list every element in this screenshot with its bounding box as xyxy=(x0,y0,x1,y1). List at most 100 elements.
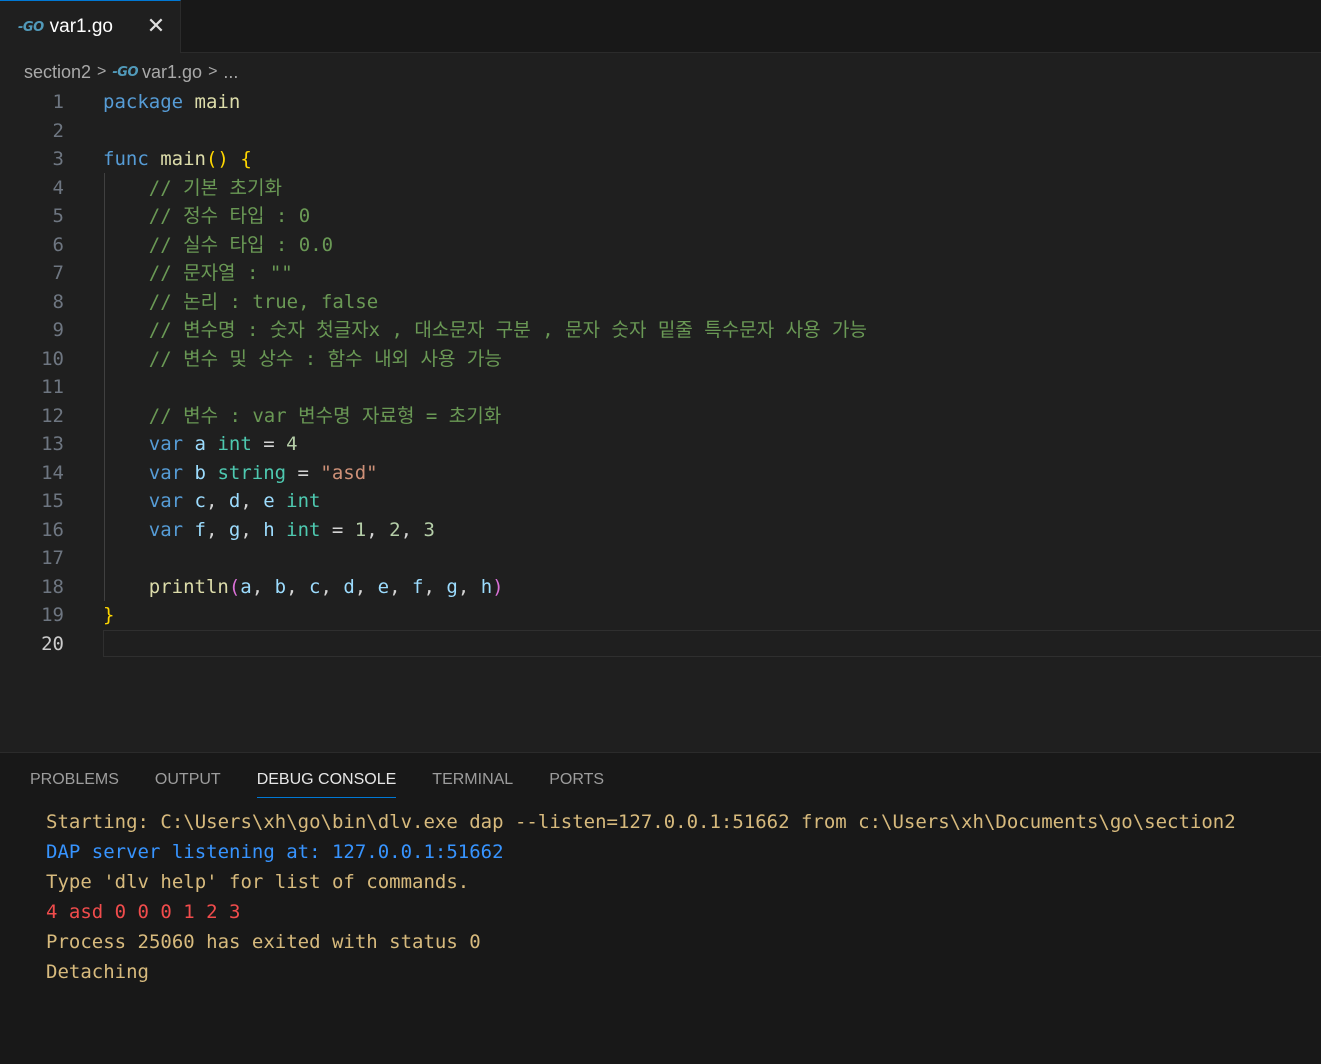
code-text: var f, g, h int = 1, 2, 3 xyxy=(103,516,435,545)
console-line: DAP server listening at: 127.0.0.1:51662 xyxy=(46,841,504,863)
line-number: 19 xyxy=(41,604,64,626)
code-line[interactable]: 17 xyxy=(0,544,1321,573)
code-line[interactable]: 15 var c, d, e int xyxy=(0,487,1321,516)
breadcrumb-symbol[interactable]: ... xyxy=(223,62,238,83)
code-token: // 변수명 : 숫자 첫글자x , 대소문자 구분 , 문자 숫자 밑줄 특수… xyxy=(148,319,867,341)
close-icon[interactable]: ✕ xyxy=(144,14,168,38)
code-line[interactable]: 18 println(a, b, c, d, e, f, g, h) xyxy=(0,573,1321,602)
code-token: f xyxy=(412,575,424,598)
code-token: // 실수 타입 : 0.0 xyxy=(148,233,334,256)
code-line[interactable]: 9 // 변수명 : 숫자 첫글자x , 대소문자 구분 , 문자 숫자 밑줄 … xyxy=(0,316,1321,345)
code-text: println(a, b, c, d, e, f, g, h) xyxy=(103,573,504,602)
code-token: , xyxy=(366,518,390,541)
code-token: , xyxy=(423,575,447,598)
code-line[interactable]: 12 // 변수 : var 변수명 자료형 = 초기화 xyxy=(0,402,1321,431)
code-text: // 정수 타입 : 0 xyxy=(103,202,310,231)
line-number: 3 xyxy=(52,148,64,170)
code-token: f xyxy=(194,518,206,541)
code-text: var b string = "asd" xyxy=(103,459,378,488)
code-token: // 기본 초기화 xyxy=(148,176,282,199)
code-line[interactable]: 19} xyxy=(0,601,1321,630)
code-token: func xyxy=(103,148,149,170)
tab-label: var1.go xyxy=(49,16,113,37)
line-number: 11 xyxy=(41,376,64,398)
code-text: // 기본 초기화 xyxy=(103,174,282,203)
code-line[interactable]: 1 package main xyxy=(0,88,1321,117)
code-token: d xyxy=(343,575,355,598)
code-token: // 변수 및 상수 : 함수 내외 사용 가능 xyxy=(148,347,502,370)
current-line-highlight xyxy=(103,629,1321,657)
code-text: // 변수명 : 숫자 첫글자x , 대소문자 구분 , 문자 숫자 밑줄 특수… xyxy=(103,316,867,345)
line-number: 10 xyxy=(41,347,64,370)
breadcrumb-file[interactable]: var1.go xyxy=(142,62,202,83)
code-line[interactable]: 6 // 실수 타입 : 0.0 xyxy=(0,231,1321,260)
code-text: // 변수 및 상수 : 함수 내외 사용 가능 xyxy=(103,345,502,374)
code-line[interactable]: 5 // 정수 타입 : 0 xyxy=(0,202,1321,231)
tab-problems[interactable]: PROBLEMS xyxy=(30,771,119,798)
code-line[interactable]: 16 var f, g, h int = 1, 2, 3 xyxy=(0,516,1321,545)
code-token: main xyxy=(160,148,206,170)
go-file-icon: -GO xyxy=(112,64,139,80)
code-line[interactable]: 10 // 변수 및 상수 : 함수 내외 사용 가능 xyxy=(0,345,1321,374)
chevron-right-icon: > xyxy=(97,63,107,80)
code-token: , xyxy=(251,575,275,598)
code-line[interactable]: 3 func main() { xyxy=(0,145,1321,174)
code-token: , xyxy=(240,518,264,541)
code-token: a xyxy=(240,575,252,598)
code-token: } xyxy=(103,604,115,626)
code-text: // 문자열 : "" xyxy=(103,259,293,288)
code-line[interactable]: 7 // 문자열 : "" xyxy=(0,259,1321,288)
tab-debug-console[interactable]: DEBUG CONSOLE xyxy=(256,771,397,798)
code-text: var c, d, e int xyxy=(103,487,321,516)
code-token: c xyxy=(194,490,206,512)
code-token: println xyxy=(148,575,229,598)
tab-output[interactable]: OUTPUT xyxy=(155,771,221,798)
code-text: // 논리 : true, false xyxy=(103,288,378,317)
debug-console-output: Starting: C:\Users\xh\go\bin\dlv.exe dap… xyxy=(46,807,1236,987)
code-editor[interactable]: 1 package main 2 3 func main() {4 // 기본 초기화 5… xyxy=(0,87,1321,752)
code-token: b xyxy=(274,575,287,598)
tab-var1-go[interactable]: -GO var1.go ✕ xyxy=(0,0,181,53)
code-token: , xyxy=(320,575,344,598)
code-token: g xyxy=(446,575,458,598)
code-line[interactable]: 8 // 논리 : true, false xyxy=(0,288,1321,317)
panel-tabs: PROBLEMS OUTPUT DEBUG CONSOLE TERMINAL PORTS xyxy=(30,771,640,798)
code-token: string xyxy=(217,461,287,484)
console-line: Starting: C:\Users\xh\go\bin\dlv.exe dap… xyxy=(46,811,1236,833)
line-number: 15 xyxy=(41,490,64,512)
code-token: e xyxy=(263,490,275,512)
line-number: 13 xyxy=(41,433,64,455)
line-number: 4 xyxy=(52,176,64,199)
line-number: 2 xyxy=(52,119,64,142)
code-token: , xyxy=(206,518,229,541)
code-line[interactable]: 13 var a int = 4 xyxy=(0,430,1321,459)
code-line[interactable]: 14 var b string = "asd" xyxy=(0,459,1321,488)
tab-terminal[interactable]: TERMINAL xyxy=(432,771,513,798)
code-text: } xyxy=(103,601,114,630)
code-token: = xyxy=(286,461,321,484)
tab-ports[interactable]: PORTS xyxy=(549,771,604,798)
code-line[interactable]: 2 xyxy=(0,117,1321,146)
code-text: // 실수 타입 : 0.0 xyxy=(103,231,333,260)
breadcrumb-folder[interactable]: section2 xyxy=(24,62,91,83)
line-number: 6 xyxy=(52,233,64,256)
code-token: , xyxy=(206,490,229,512)
console-line: Detaching xyxy=(46,961,149,983)
code-token: = xyxy=(320,518,355,541)
code-line[interactable]: 11 xyxy=(0,373,1321,402)
code-line[interactable]: 4 // 기본 초기화 xyxy=(0,174,1321,203)
